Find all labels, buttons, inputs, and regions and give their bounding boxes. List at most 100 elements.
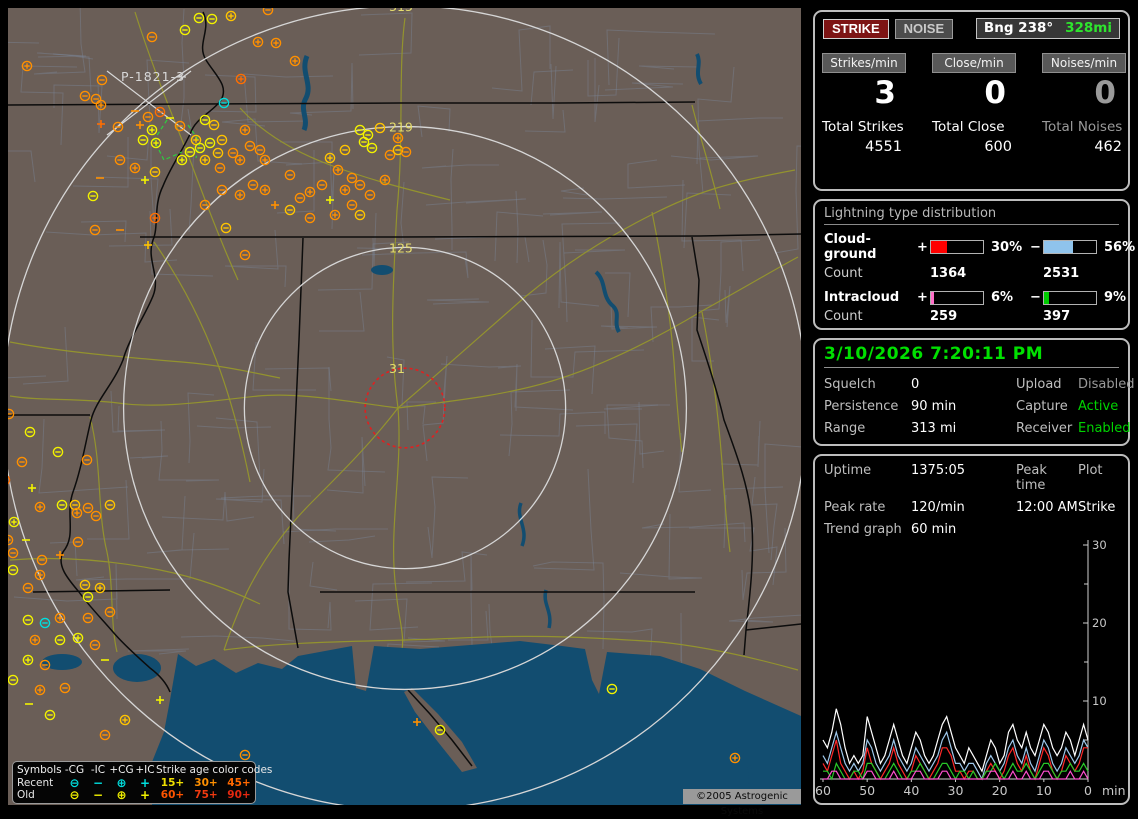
legend-col-ic-pos: +IC bbox=[135, 764, 155, 776]
ic-plus-pct: 6% bbox=[991, 290, 1014, 305]
legend-row-recent: Recent bbox=[17, 776, 54, 789]
capture-status: Active bbox=[1078, 399, 1119, 414]
cg-minus-pct: 56% bbox=[1104, 239, 1136, 255]
strikes-per-min-chip: Strikes/min bbox=[822, 53, 906, 73]
range-label: Range bbox=[824, 421, 866, 436]
strike-stats-panel: STRIKE NOISE Bng 238° 328mi Strikes/min … bbox=[813, 10, 1130, 191]
cg-plus-count: 1364 bbox=[930, 266, 967, 281]
nexstorm-window: 31 125 219 313 P-1821-3 Symbols -CG -IC +CG … bbox=[0, 0, 1138, 817]
ic-plus-count: 259 bbox=[930, 309, 958, 324]
close-per-min-value: 0 bbox=[984, 75, 1006, 111]
svg-text:313: 313 bbox=[389, 8, 413, 14]
cg-neg-recent-icon: ⊖ bbox=[69, 775, 80, 790]
peak-rate-label: Peak rate bbox=[824, 500, 886, 515]
ic-plus-sign: + bbox=[917, 290, 928, 305]
strike-button[interactable]: STRIKE bbox=[823, 18, 889, 39]
age-code-90: 90+ bbox=[227, 789, 251, 801]
noises-per-min-value: 0 bbox=[1094, 75, 1116, 111]
noise-button[interactable]: NOISE bbox=[894, 18, 954, 39]
datetime-display: 3/10/2026 7:20:11 PM bbox=[824, 344, 1119, 368]
lightning-map[interactable]: 31 125 219 313 P-1821-3 Symbols -CG -IC +CG … bbox=[8, 8, 801, 817]
age-code-15: 15+ bbox=[160, 776, 185, 789]
ic-neg-recent-icon: − bbox=[92, 775, 104, 790]
cg-plus-bar bbox=[930, 240, 984, 254]
age-code-60: 60+ bbox=[160, 789, 185, 801]
squelch-value: 0 bbox=[911, 377, 920, 392]
svg-text:10: 10 bbox=[1092, 694, 1107, 708]
legend-col-cg-pos: +CG bbox=[109, 764, 134, 776]
svg-text:P-1821-3: P-1821-3 bbox=[121, 69, 185, 84]
trend-graph: 10 20 30 60 50 40 30 20 10 0 min bbox=[815, 538, 1126, 798]
total-noises-value: 462 bbox=[1094, 139, 1122, 155]
cg-neg-old-icon: ⊖ bbox=[69, 788, 80, 803]
distribution-title: Lightning type distribution bbox=[824, 206, 1119, 225]
cg-pos-recent-icon: ⊕ bbox=[116, 775, 127, 790]
total-strikes-value: 4551 bbox=[865, 139, 902, 155]
legend-symbols-header: Symbols bbox=[17, 764, 62, 776]
plot-mode-value: Strike bbox=[1078, 500, 1116, 515]
svg-text:60: 60 bbox=[815, 783, 831, 798]
trend-panel: Uptime 1375:05 Peak time Plot Peak rate … bbox=[813, 454, 1130, 805]
ic-minus-sign: − bbox=[1030, 290, 1041, 305]
persistence-value: 90 min bbox=[911, 399, 957, 414]
squelch-label: Squelch bbox=[824, 377, 876, 392]
close-per-min-chip: Close/min bbox=[932, 53, 1016, 73]
cg-plus-sign: + bbox=[917, 239, 928, 255]
svg-text:31: 31 bbox=[389, 361, 405, 376]
cg-minus-bar bbox=[1043, 240, 1097, 254]
age-code-45: 45+ bbox=[227, 776, 251, 789]
cg-count-label: Count bbox=[824, 266, 863, 281]
ic-count-label: Count bbox=[824, 309, 863, 324]
total-close-value: 600 bbox=[984, 139, 1012, 155]
svg-text:125: 125 bbox=[389, 240, 413, 255]
ic-plus-bar bbox=[930, 290, 984, 305]
legend-row-old: Old bbox=[17, 789, 35, 801]
cg-pos-old-icon: ⊕ bbox=[116, 788, 127, 803]
svg-text:min: min bbox=[1102, 783, 1126, 798]
plot-label: Plot bbox=[1078, 463, 1103, 478]
copyright-note: ©2005 Astrogenic Systems bbox=[683, 789, 801, 817]
svg-text:10: 10 bbox=[1036, 783, 1052, 798]
strikes-per-min-value: 3 bbox=[874, 75, 896, 111]
upload-status: Disabled bbox=[1078, 377, 1135, 392]
distribution-panel: Lightning type distribution Cloud-ground… bbox=[813, 199, 1136, 330]
upload-label: Upload bbox=[1016, 377, 1062, 392]
svg-text:30: 30 bbox=[1092, 538, 1107, 552]
svg-text:20: 20 bbox=[1092, 616, 1107, 630]
total-strikes-label: Total Strikes bbox=[822, 119, 904, 135]
intracloud-label: Intracloud bbox=[824, 290, 900, 305]
noises-per-min-chip: Noises/min bbox=[1042, 53, 1126, 73]
total-close-label: Total Close bbox=[932, 119, 1005, 135]
svg-text:219: 219 bbox=[389, 120, 413, 135]
ic-neg-old-icon: − bbox=[92, 788, 104, 803]
map-legend: Symbols -CG -IC +CG +IC Strike age color… bbox=[12, 761, 273, 804]
svg-text:50: 50 bbox=[859, 783, 875, 798]
trend-window-value: 60 min bbox=[911, 522, 957, 537]
cg-plus-pct: 30% bbox=[991, 239, 1023, 255]
age-code-30: 30+ bbox=[194, 776, 218, 789]
cg-minus-sign: − bbox=[1030, 239, 1041, 255]
bearing-readout: Bng 238° 328mi bbox=[975, 18, 1120, 39]
peak-time-value: 12:00 AM bbox=[1016, 500, 1078, 515]
uptime-label: Uptime bbox=[824, 463, 872, 478]
svg-text:40: 40 bbox=[903, 783, 919, 798]
range-value: 313 mi bbox=[911, 421, 957, 436]
ic-minus-bar bbox=[1043, 290, 1097, 305]
receiver-status: Enabled bbox=[1078, 421, 1131, 436]
bearing-label: Bng 238° bbox=[983, 20, 1054, 36]
trend-graph-label: Trend graph bbox=[824, 522, 902, 537]
persistence-label: Persistence bbox=[824, 399, 899, 414]
bearing-distance: 328mi bbox=[1065, 20, 1112, 36]
peak-time-label: Peak time bbox=[1016, 463, 1047, 493]
map-canvas[interactable]: 31 125 219 313 P-1821-3 bbox=[8, 8, 801, 805]
legend-col-cg-neg: -CG bbox=[64, 764, 85, 776]
legend-age-header: Strike age color codes bbox=[156, 764, 273, 776]
ic-pos-recent-icon: + bbox=[139, 775, 151, 790]
ic-minus-pct: 9% bbox=[1104, 290, 1127, 305]
cloud-ground-label: Cloud-ground bbox=[824, 232, 877, 262]
uptime-value: 1375:05 bbox=[911, 463, 966, 478]
legend-col-ic-neg: -IC bbox=[90, 764, 106, 776]
status-panel: 3/10/2026 7:20:11 PM Squelch 0 Upload Di… bbox=[813, 338, 1134, 446]
svg-text:20: 20 bbox=[992, 783, 1008, 798]
age-code-75: 75+ bbox=[194, 789, 218, 801]
